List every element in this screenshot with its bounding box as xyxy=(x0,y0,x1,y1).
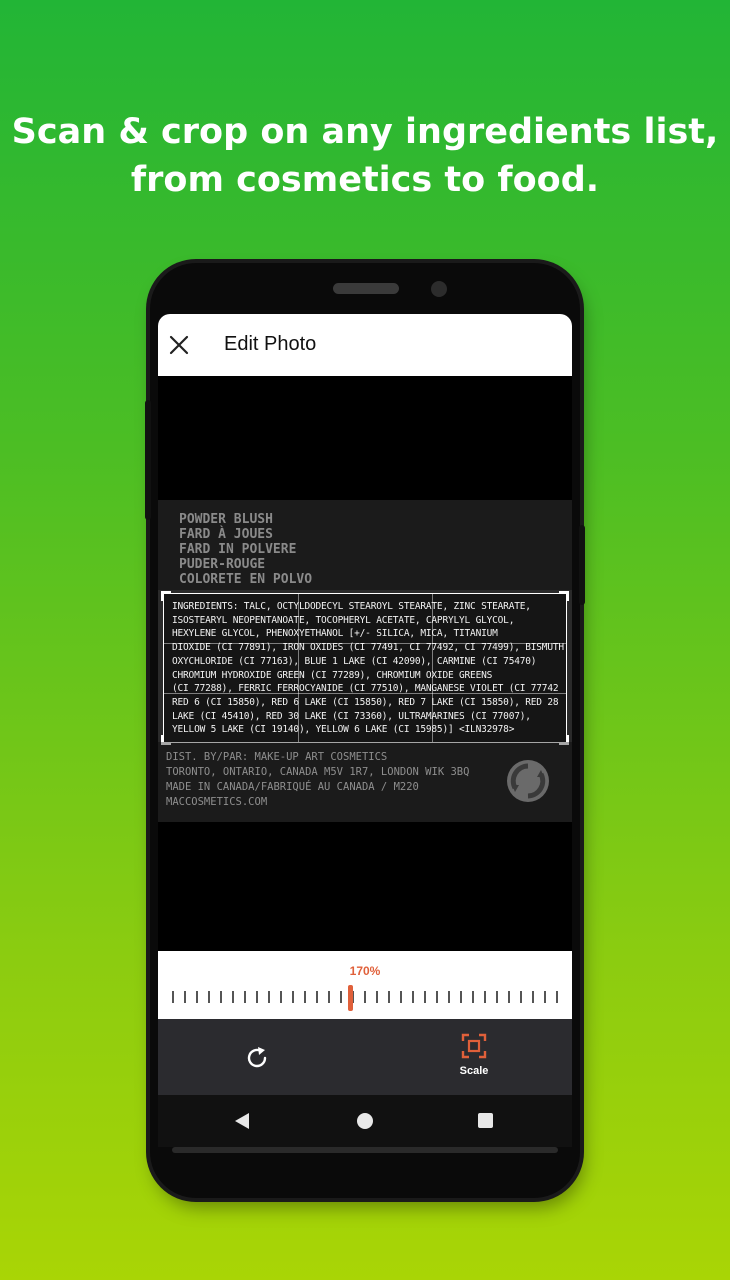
crop-grid-line xyxy=(431,594,433,742)
ingredient-line: HEXYLENE GLYCOL, PHENOXYETHANOL [+/- SIL… xyxy=(172,628,498,640)
ingredient-line: (CI 77288), FERRIC FERROCYANIDE (CI 7751… xyxy=(172,683,559,695)
crop-grid-line xyxy=(164,692,566,694)
home-circle-icon[interactable] xyxy=(357,1113,373,1129)
phone-speaker xyxy=(333,283,399,294)
zoom-ruler-tick xyxy=(328,991,330,1003)
product-line: POWDER BLUSH xyxy=(179,512,273,527)
phone-camera xyxy=(431,281,447,297)
product-line: FARD IN POLVERE xyxy=(179,542,297,557)
product-line: PUDER-ROUGE xyxy=(179,557,266,572)
product-line: FARD À JOUES xyxy=(179,527,273,542)
zoom-ruler-tick xyxy=(484,991,486,1003)
zoom-ruler-tick xyxy=(508,991,510,1003)
zoom-ruler-tick xyxy=(400,991,402,1003)
zoom-ruler-tick xyxy=(292,991,294,1003)
zoom-slider-thumb[interactable] xyxy=(348,985,353,1011)
zoom-ruler-tick xyxy=(340,991,342,1003)
zoom-ruler-tick xyxy=(256,991,258,1003)
phone-screen: Edit Photo POWDER BLUSH FARD À JOUES FAR… xyxy=(158,314,572,1147)
zoom-ruler-tick xyxy=(424,991,426,1003)
zoom-ruler-tick xyxy=(232,991,234,1003)
ingredient-line: CHROMIUM HYDROXIDE GREEN (CI 77289), CHR… xyxy=(172,669,493,681)
dist-line: MADE IN CANADA/FABRIQUÉ AU CANADA / M220 xyxy=(166,781,419,793)
zoom-ruler-tick xyxy=(556,991,558,1003)
zoom-ruler-tick xyxy=(472,991,474,1003)
android-nav-bar xyxy=(158,1095,572,1147)
phone-chin-bar xyxy=(172,1147,558,1153)
phone-side-button-left xyxy=(145,400,151,520)
close-icon[interactable] xyxy=(168,334,190,356)
zoom-ruler-tick xyxy=(460,991,462,1003)
ingredient-line: YELLOW 5 LAKE (CI 19140), YELLOW 6 LAKE … xyxy=(172,724,515,736)
recycle-icon xyxy=(507,760,549,802)
zoom-ruler-tick xyxy=(316,991,318,1003)
zoom-ruler-tick xyxy=(184,991,186,1003)
zoom-ruler-tick xyxy=(448,991,450,1003)
crop-frame[interactable]: INGREDIENTS: TALC, OCTYLDODECYL STEAROYL… xyxy=(161,591,569,745)
zoom-ruler-tick xyxy=(208,991,210,1003)
zoom-ruler-tick xyxy=(520,991,522,1003)
rotate-icon[interactable] xyxy=(242,1043,272,1073)
ingredients-text: INGREDIENTS: TALC, OCTYLDODECYL STEAROYL… xyxy=(172,600,572,737)
zoom-ruler-tick xyxy=(532,991,534,1003)
zoom-ruler-tick xyxy=(304,991,306,1003)
app-bar: Edit Photo xyxy=(158,314,572,376)
product-line: COLORETE EN POLVO xyxy=(179,572,313,587)
zoom-ruler-tick xyxy=(436,991,438,1003)
phone-side-button-right xyxy=(579,525,585,605)
zoom-ruler-tick xyxy=(172,991,174,1003)
photo-preview[interactable]: POWDER BLUSH FARD À JOUES FARD IN POLVER… xyxy=(158,500,572,822)
zoom-ruler-tick xyxy=(388,991,390,1003)
promo-headline-line-1: Scan & crop on any ingredients list, xyxy=(11,112,719,152)
zoom-ruler-tick xyxy=(376,991,378,1003)
zoom-ruler-tick xyxy=(268,991,270,1003)
zoom-ruler-tick xyxy=(196,991,198,1003)
zoom-ruler-tick xyxy=(280,991,282,1003)
zoom-ruler-tick xyxy=(364,991,366,1003)
page-title: Edit Photo xyxy=(224,333,317,355)
ingredient-line: OXYCHLORIDE (CI 77163), BLUE 1 LAKE (CI … xyxy=(172,655,537,667)
crop-handle-top-left[interactable] xyxy=(161,591,171,601)
zoom-ruler-tick xyxy=(412,991,414,1003)
ingredient-line: RED 6 (CI 15850), RED 6 LAKE (CI 15850),… xyxy=(172,696,559,708)
dist-line: DIST. BY/PAR: MAKE-UP ART COSMETICS xyxy=(166,751,388,763)
scale-icon xyxy=(461,1033,487,1059)
zoom-ruler[interactable] xyxy=(172,991,562,1005)
ingredient-line: INGREDIENTS: TALC, OCTYLDODECYL STEAROYL… xyxy=(172,601,531,612)
promo-headline: Scan & crop on any ingredients list, fro… xyxy=(0,108,730,204)
zoom-slider-panel: 170% xyxy=(158,951,572,1019)
ingredient-line: LAKE (CI 45410), RED 30 LAKE (CI 73360),… xyxy=(172,710,531,722)
product-name-text: POWDER BLUSH FARD À JOUES FARD IN POLVER… xyxy=(179,512,312,587)
zoom-ruler-tick xyxy=(220,991,222,1003)
scale-label: Scale xyxy=(459,1065,489,1077)
crop-handle-top-right[interactable] xyxy=(559,591,569,601)
edit-toolbar: Scale xyxy=(158,1019,572,1095)
scale-button[interactable]: Scale xyxy=(450,1033,498,1083)
dist-line: MACCOSMETICS.COM xyxy=(166,796,268,808)
distributor-text: DIST. BY/PAR: MAKE-UP ART COSMETICS TORO… xyxy=(166,750,469,810)
crop-grid-line xyxy=(297,594,299,742)
zoom-ruler-tick xyxy=(244,991,246,1003)
promo-headline-line-2: from cosmetics to food. xyxy=(130,160,600,200)
recents-square-icon[interactable] xyxy=(478,1113,493,1128)
crop-grid-line xyxy=(164,643,566,645)
ingredient-line: ISOSTEARYL NEOPENTANOATE, TOCOPHERYL ACE… xyxy=(172,614,515,626)
back-triangle-icon[interactable] xyxy=(234,1112,250,1130)
zoom-ruler-tick xyxy=(544,991,546,1003)
zoom-ruler-tick xyxy=(496,991,498,1003)
zoom-level-label: 170% xyxy=(349,964,381,978)
dist-line: TORONTO, ONTARIO, CANADA M5V 1R7, LONDON… xyxy=(166,766,470,778)
